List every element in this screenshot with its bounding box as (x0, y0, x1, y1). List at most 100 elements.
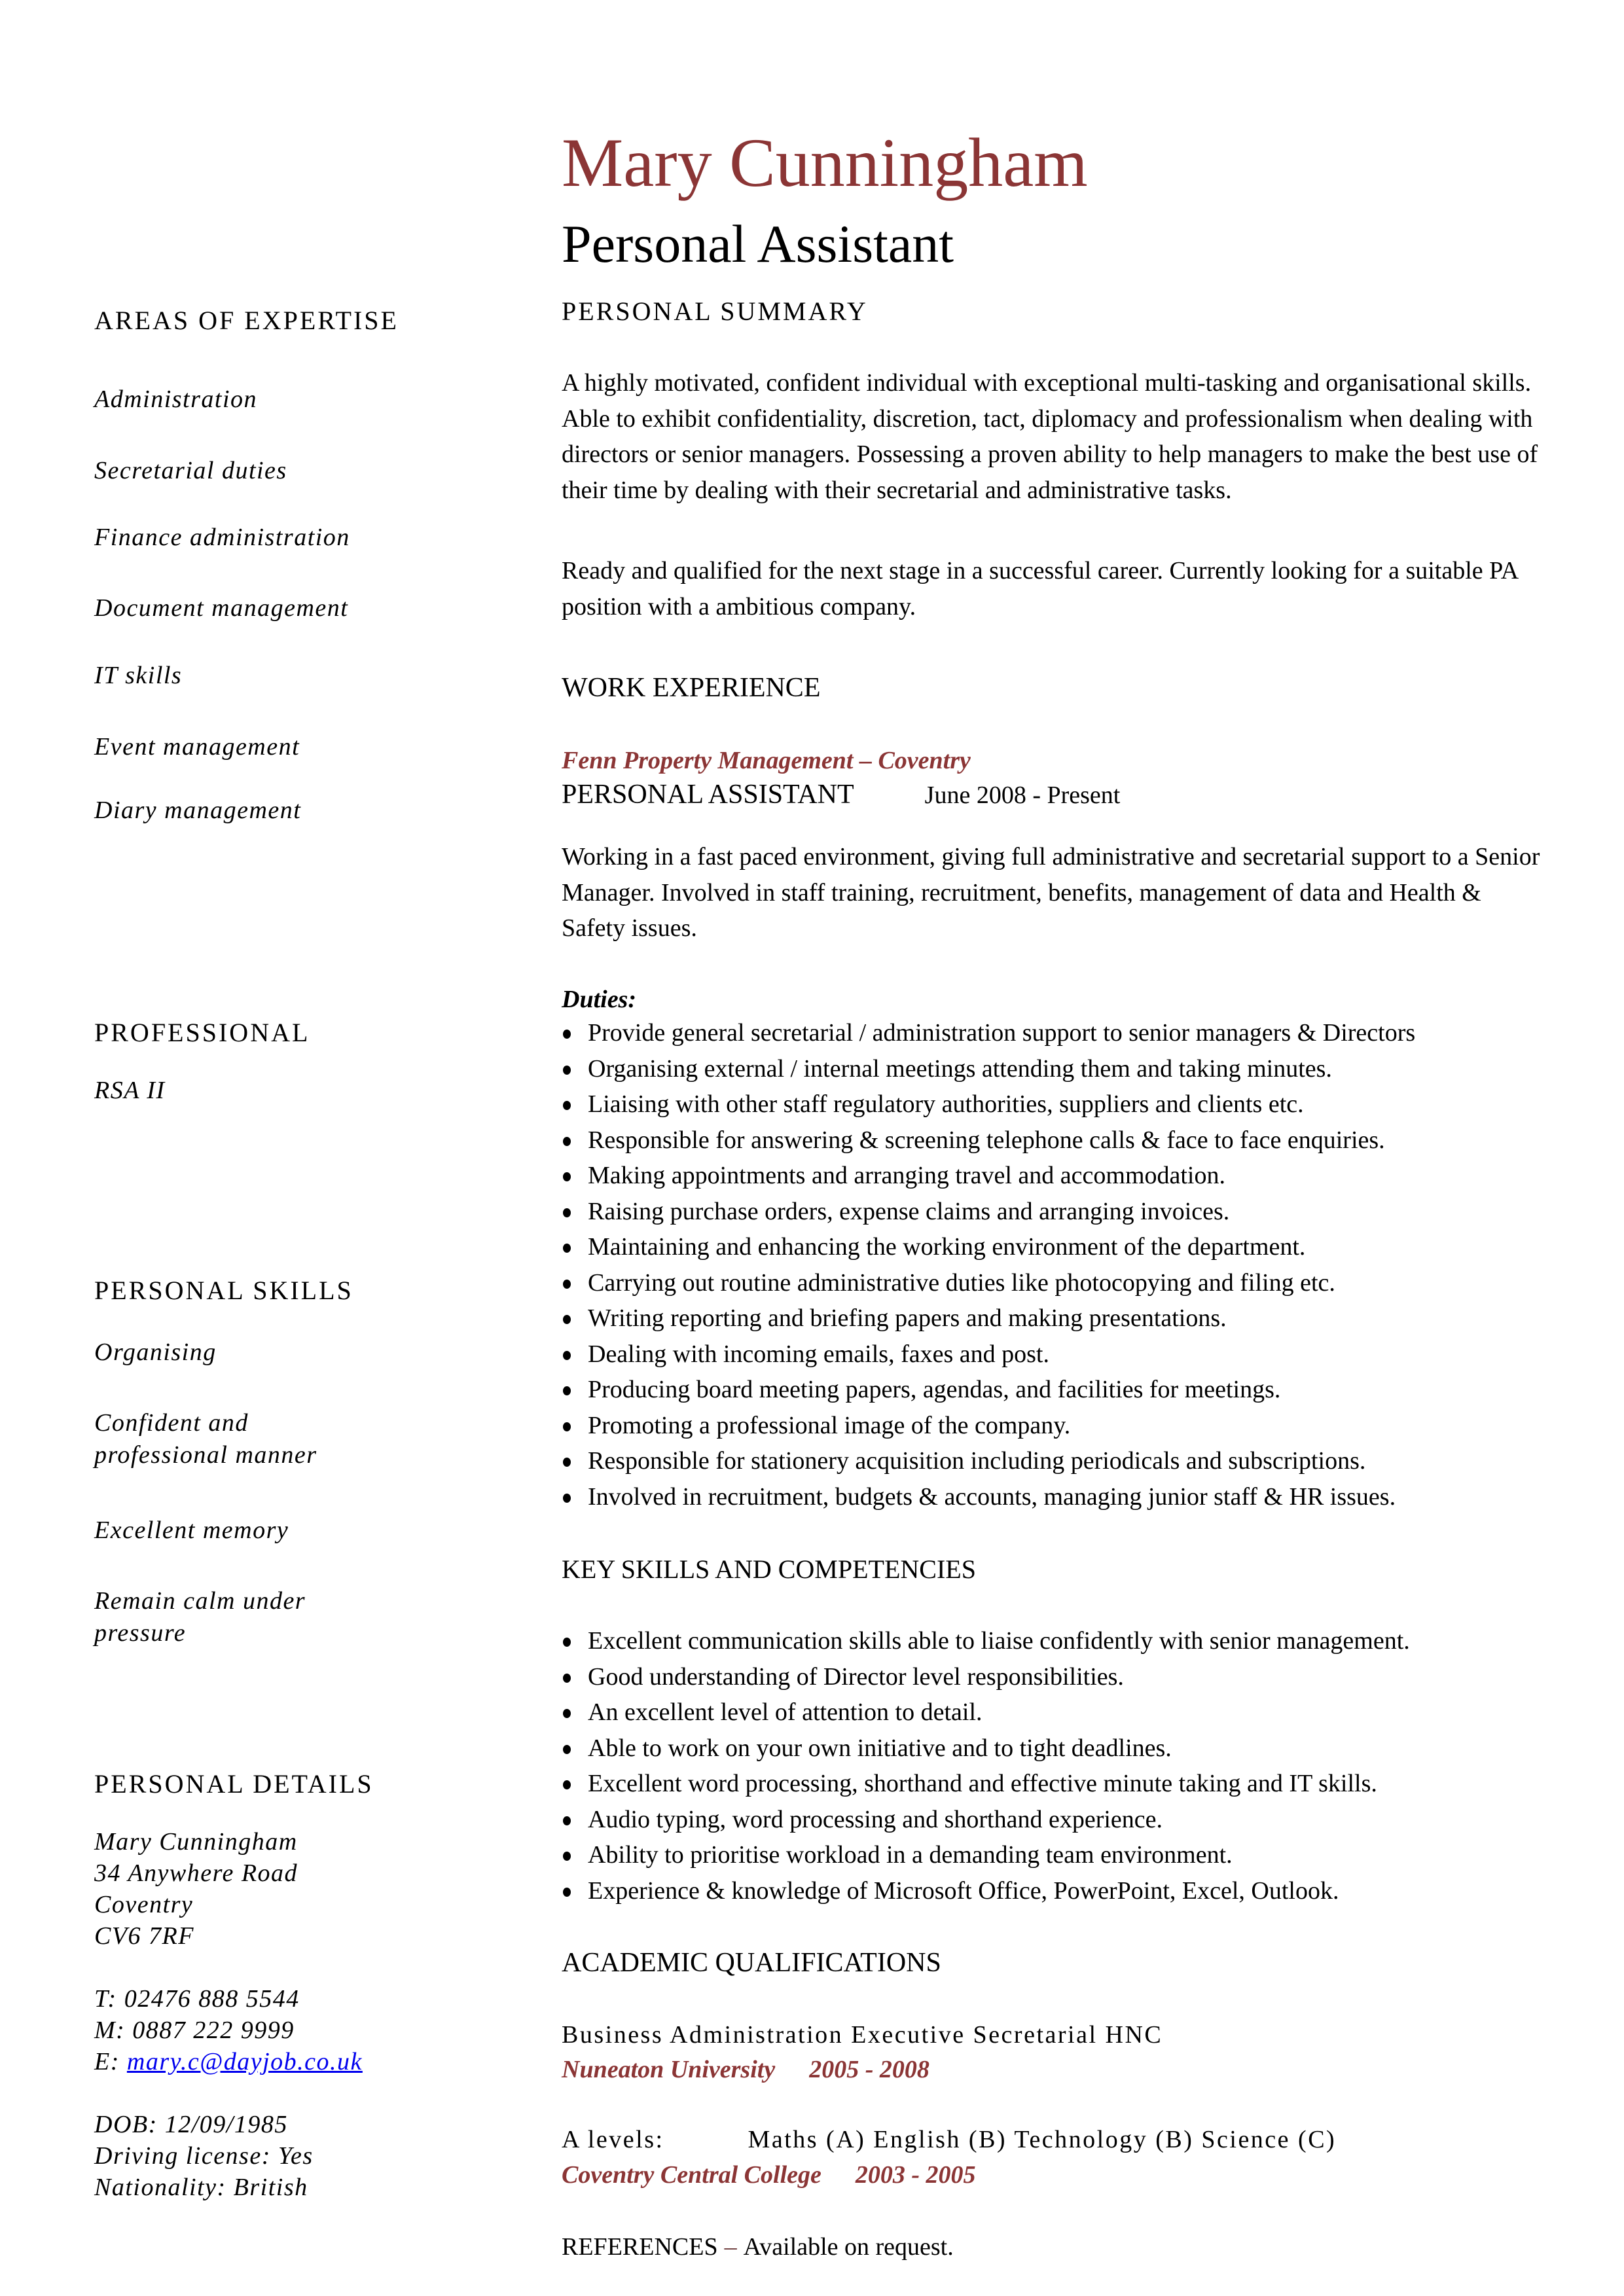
skill-line: Organising (94, 1338, 217, 1366)
list-item: Carrying out routine administrative duti… (562, 1265, 1415, 1301)
expertise-item: Secretarial duties (94, 457, 287, 484)
references-dash: – (724, 2233, 737, 2261)
bullet-icon (563, 1816, 571, 1825)
date-of-birth: DOB: 12/09/1985 (94, 2111, 288, 2138)
email-link[interactable]: mary.c@dayjob.co.uk (127, 2048, 363, 2075)
summary-paragraph: Ready and qualified for the next stage i… (562, 557, 1518, 620)
list-item: Ability to prioritise workload in a dema… (562, 1837, 1410, 1873)
skill-line: Excellent memory (94, 1516, 289, 1544)
list-item-text: An excellent level of attention to detai… (588, 1698, 983, 1726)
bullet-icon (563, 1673, 571, 1683)
list-item-text: Ability to prioritise workload in a dema… (588, 1841, 1233, 1869)
expertise-item: Event management (94, 733, 300, 761)
list-item-text: Writing reporting and briefing papers an… (588, 1304, 1227, 1332)
key-skills-heading: KEY SKILLS AND COMPETENCIES (562, 1554, 976, 1584)
list-item-text: Liaising with other staff regulatory aut… (588, 1090, 1304, 1118)
bullet-icon (563, 1315, 571, 1324)
expertise-item: Finance administration (94, 524, 350, 551)
list-item: Liaising with other staff regulatory aut… (562, 1086, 1415, 1122)
address-city: Coventry (94, 1891, 194, 1918)
list-item-text: Responsible for stationery acquisition i… (588, 1447, 1366, 1475)
institution-line: Coventry Central College 2003 - 2005 (562, 2162, 976, 2187)
list-item-text: Making appointments and arranging travel… (588, 1162, 1225, 1189)
bullet-icon (563, 1350, 571, 1360)
mobile: M: 0887 222 9999 (94, 2017, 295, 2044)
list-item: Responsible for answering & screening te… (562, 1122, 1415, 1158)
references-text: Available on request. (743, 2233, 954, 2261)
list-item-text: Raising purchase orders, expense claims … (588, 1197, 1230, 1225)
bullet-icon (563, 1887, 571, 1897)
bullet-icon (563, 1493, 571, 1503)
institution-years: 2003 - 2005 (855, 2161, 976, 2189)
bullet-icon (563, 1136, 571, 1146)
expertise-item: Administration (94, 386, 258, 413)
areas-of-expertise-heading: AREAS OF EXPERTISE (94, 306, 399, 335)
personal-skill-item: Remain calm under pressure (94, 1585, 306, 1649)
bullet-icon (563, 1172, 571, 1181)
address-postcode: CV6 7RF (94, 1922, 194, 1950)
list-item-text: Producing board meeting papers, agendas,… (588, 1376, 1281, 1403)
bullet-icon (563, 1744, 571, 1754)
skill-line: Remain calm under (94, 1587, 306, 1615)
list-item: Able to work on your own initiative and … (562, 1731, 1410, 1767)
expertise-item: IT skills (94, 662, 183, 689)
skill-line: professional manner (94, 1441, 317, 1469)
list-item-text: Good understanding of Director level res… (588, 1662, 1124, 1691)
duties-list: Provide general secretarial / administra… (562, 1015, 1415, 1515)
email-label: E: (94, 2048, 127, 2075)
list-item: Good understanding of Director level res… (562, 1659, 1410, 1695)
bullet-icon (563, 1386, 571, 1395)
work-experience-heading: WORK EXPERIENCE (562, 673, 821, 703)
address-line: 34 Anywhere Road (94, 1859, 298, 1887)
list-item: Promoting a professional image of the co… (562, 1408, 1415, 1444)
bullet-icon (563, 1458, 571, 1467)
candidate-name: Mary Cunningham (562, 124, 1088, 201)
personal-skill-item: Excellent memory (94, 1515, 289, 1547)
bullet-icon (563, 1422, 571, 1431)
personal-summary-heading: PERSONAL SUMMARY (562, 296, 868, 326)
list-item-text: Experience & knowledge of Microsoft Offi… (588, 1876, 1339, 1905)
bullet-icon (563, 1709, 571, 1718)
bullet-icon (563, 1852, 571, 1861)
key-skills-list: Excellent communication skills able to l… (562, 1623, 1410, 1909)
list-item-text: Able to work on your own initiative and … (588, 1734, 1172, 1762)
list-item-text: Promoting a professional image of the co… (588, 1411, 1071, 1439)
references-label: REFERENCES (562, 2233, 718, 2261)
list-item: Organising external / internal meetings … (562, 1051, 1415, 1087)
bullet-icon (563, 1780, 571, 1789)
bullet-icon (563, 1065, 571, 1075)
list-item: Producing board meeting papers, agendas,… (562, 1372, 1415, 1408)
address-block: Mary Cunningham 34 Anywhere Road Coventr… (94, 1826, 298, 1952)
list-item-text: Maintaining and enhancing the working en… (588, 1233, 1306, 1261)
bullet-icon (563, 1101, 571, 1110)
institution-line: Nuneaton University 2005 - 2008 (562, 2057, 929, 2082)
driving-license: Driving license: Yes (94, 2142, 314, 2170)
institution-name: Nuneaton University (562, 2056, 776, 2083)
list-item-text: Excellent word processing, shorthand and… (588, 1770, 1377, 1797)
personal-skill-item: Confident and professional manner (94, 1407, 317, 1471)
list-item-text: Involved in recruitment, budgets & accou… (588, 1482, 1396, 1511)
list-item-text: Carrying out routine administrative duti… (588, 1268, 1335, 1297)
company-name: Fenn Property Management – Coventry (562, 747, 971, 774)
bullet-icon (563, 1279, 571, 1289)
personal-info-block: DOB: 12/09/1985 Driving license: Yes Nat… (94, 2109, 314, 2203)
list-item: Dealing with incoming emails, faxes and … (562, 1336, 1415, 1372)
job-description: Working in a fast paced environment, giv… (562, 843, 1540, 942)
list-item-text: Provide general secretarial / administra… (588, 1019, 1416, 1047)
list-item-text: Audio typing, word processing and shorth… (588, 1805, 1163, 1833)
qualification-subjects: Maths (A) English (B) Technology (B) Sci… (748, 2126, 1337, 2153)
summary-paragraph: A highly motivated, confident individual… (562, 369, 1538, 504)
personal-details-heading: PERSONAL DETAILS (94, 1769, 374, 1799)
qualification-title: A levels: Maths (A) English (B) Technolog… (562, 2127, 1336, 2152)
list-item-text: Dealing with incoming emails, faxes and … (588, 1340, 1049, 1368)
list-item-text: Responsible for answering & screening te… (588, 1126, 1385, 1154)
list-item: Responsible for stationery acquisition i… (562, 1443, 1415, 1479)
contact-name: Mary Cunningham (94, 1828, 298, 1856)
qualification-title: Business Administration Executive Secret… (562, 2021, 1163, 2049)
professional-item: RSA II (94, 1077, 166, 1104)
professional-heading: PROFESSIONAL (94, 1018, 310, 1047)
institution-years: 2005 - 2008 (809, 2056, 929, 2083)
list-item-text: Organising external / internal meetings … (588, 1054, 1332, 1083)
skill-line: pressure (94, 1619, 187, 1647)
list-item: Experience & knowledge of Microsoft Offi… (562, 1873, 1410, 1909)
